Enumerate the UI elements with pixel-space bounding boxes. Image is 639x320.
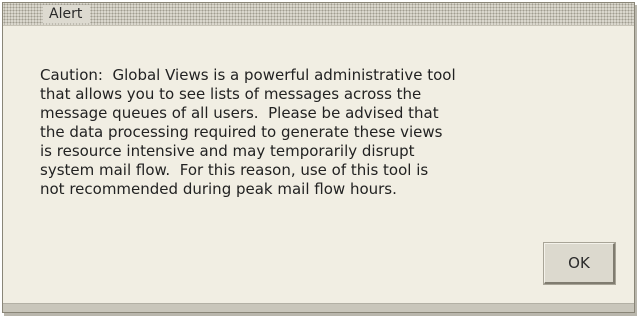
dialog-bottom-bar [3, 303, 634, 312]
ok-button[interactable]: OK [543, 242, 616, 285]
dialog-title: Alert [43, 5, 91, 23]
alert-message: Caution: Global Views is a powerful admi… [40, 66, 456, 198]
alert-dialog: Alert Caution: Global Views is a powerfu… [2, 2, 635, 313]
dialog-titlebar[interactable]: Alert [3, 3, 634, 26]
